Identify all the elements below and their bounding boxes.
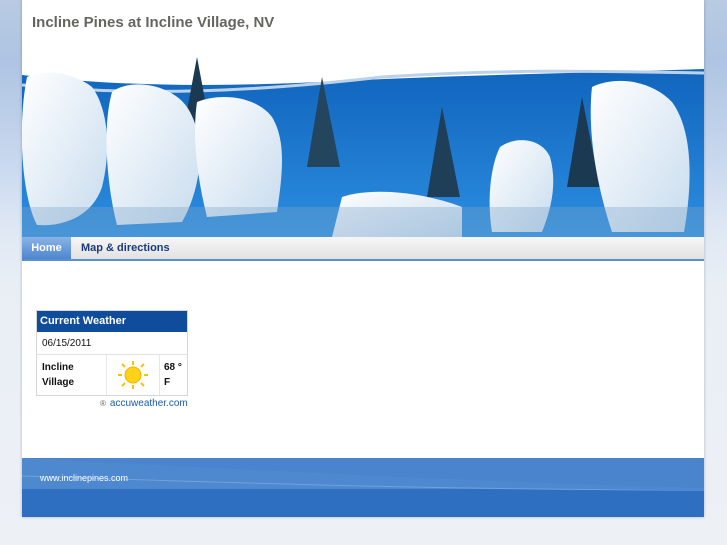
weather-row: Incline Village 68 ° F [37,355,187,395]
nav-home[interactable]: Home [22,237,71,259]
weather-header: Current Weather [37,311,187,332]
page-container: Incline Pines at Incline Village, NV Hom… [22,0,704,517]
header-banner-image [22,47,704,237]
nav-map-directions[interactable]: Map & directions [71,237,180,259]
accuweather-link[interactable]: ® accuweather.com [100,398,188,409]
weather-temperature: 68 ° F [164,362,182,388]
weather-widget: Current Weather 06/15/2011 Incline Villa… [36,310,188,396]
accuweather-label: accuweather.com [109,398,188,409]
weather-city: Incline Village [37,355,107,395]
footer-url: www.inclinepines.com [40,473,129,483]
weather-icon-cell [107,355,160,395]
main-nav: Home Map & directions [22,237,704,261]
registered-icon: ® [100,399,106,408]
weather-date: 06/15/2011 [37,332,187,355]
site-title: Incline Pines at Incline Village, NV [32,14,275,31]
sun-icon [118,361,148,389]
footer: www.inclinepines.com [22,458,704,517]
